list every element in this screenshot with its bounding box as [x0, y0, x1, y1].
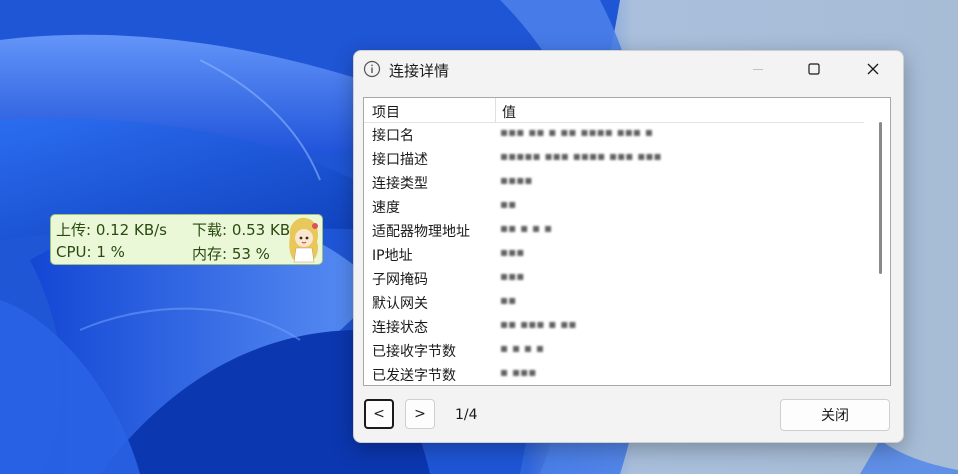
close-button[interactable]: 关闭 — [780, 399, 890, 431]
item-value: ▪▪▪ — [500, 245, 525, 259]
memory-usage: 内存: 53 % — [192, 245, 270, 263]
minimize-button[interactable] — [735, 51, 781, 87]
item-key: 已发送字节数 — [372, 368, 456, 384]
list-item[interactable]: IP地址 ▪▪▪ — [364, 243, 864, 267]
page-indicator: 1/4 — [455, 407, 478, 423]
item-key: 已接收字节数 — [372, 344, 456, 360]
previous-page-button[interactable]: < — [364, 399, 394, 429]
close-icon — [867, 63, 879, 75]
list-item[interactable]: 子网掩码 ▪▪▪ — [364, 267, 864, 291]
list-item[interactable]: 接口描述 ▪▪▪▪▪ ▪▪▪ ▪▪▪▪ ▪▪▪ ▪▪▪ — [364, 147, 864, 171]
item-value: ▪▪ ▪ ▪ ▪ — [500, 221, 553, 235]
list-item[interactable]: 连接类型 ▪▪▪▪ — [364, 171, 864, 195]
list-item[interactable]: 速度 ▪▪ — [364, 195, 864, 219]
scrollbar-thumb[interactable] — [879, 122, 882, 274]
item-value: ▪▪▪ ▪▪ ▪ ▪▪ ▪▪▪▪ ▪▪▪ ▪ — [500, 125, 654, 139]
minimize-icon — [753, 69, 763, 70]
item-value: ▪▪ ▪▪▪ ▪ ▪▪ — [500, 317, 577, 331]
maximize-button[interactable] — [791, 51, 837, 87]
info-icon — [363, 60, 381, 78]
upload-speed: 上传: 0.12 KB/s — [56, 221, 167, 239]
item-value: ▪▪ — [500, 293, 517, 307]
next-page-button[interactable]: > — [405, 399, 435, 429]
column-header-item[interactable]: 项目 — [372, 102, 400, 122]
item-value: ▪▪▪▪▪ ▪▪▪ ▪▪▪▪ ▪▪▪ ▪▪▪ — [500, 149, 662, 163]
item-key: 子网掩码 — [372, 272, 428, 288]
item-key: IP地址 — [372, 248, 413, 264]
item-key: 速度 — [372, 200, 400, 216]
column-header-value[interactable]: 值 — [502, 102, 516, 122]
item-key: 默认网关 — [372, 296, 428, 312]
list-item[interactable]: 连接状态 ▪▪ ▪▪▪ ▪ ▪▪ — [364, 315, 864, 339]
item-key: 接口描述 — [372, 152, 428, 168]
list-item[interactable]: 已接收字节数 ▪ ▪ ▪ ▪ — [364, 339, 864, 363]
maximize-icon — [808, 63, 820, 75]
dialog-titlebar[interactable]: 连接详情 — [354, 51, 903, 89]
item-value: ▪ ▪▪▪ — [500, 365, 537, 379]
list-item[interactable]: 适配器物理地址 ▪▪ ▪ ▪ ▪ — [364, 219, 864, 243]
cpu-usage: CPU: 1 % — [56, 243, 125, 261]
connection-details-dialog: 连接详情 项目 值 接口名 ▪▪▪ ▪▪ ▪ ▪▪ ▪▪▪▪ ▪▪▪ ▪ 接口描… — [353, 50, 904, 443]
item-key: 连接类型 — [372, 176, 428, 192]
connection-details-list[interactable]: 项目 值 接口名 ▪▪▪ ▪▪ ▪ ▪▪ ▪▪▪▪ ▪▪▪ ▪ 接口描述 ▪▪▪… — [363, 97, 891, 386]
item-value: ▪▪▪ — [500, 269, 525, 283]
item-key: 接口名 — [372, 128, 414, 144]
close-window-button[interactable] — [850, 51, 896, 87]
item-value: ▪▪▪▪ — [500, 173, 533, 187]
dialog-title: 连接详情 — [389, 62, 450, 80]
item-value: ▪ ▪ ▪ ▪ — [500, 341, 544, 355]
list-item[interactable]: 已发送字节数 ▪ ▪▪▪ — [364, 363, 864, 385]
column-divider[interactable] — [495, 98, 496, 122]
traffic-monitor-widget[interactable]: 上传: 0.12 KB/s 下载: 0.53 KB/s CPU: 1 % 内存:… — [50, 214, 323, 265]
list-header: 项目 值 — [364, 98, 864, 123]
vertical-scrollbar[interactable] — [874, 98, 890, 385]
item-value: ▪▪ — [500, 197, 517, 211]
mascot-character-icon — [289, 217, 319, 263]
list-item[interactable]: 默认网关 ▪▪ — [364, 291, 864, 315]
list-item[interactable]: 接口名 ▪▪▪ ▪▪ ▪ ▪▪ ▪▪▪▪ ▪▪▪ ▪ — [364, 123, 864, 147]
item-key: 适配器物理地址 — [372, 224, 470, 240]
item-key: 连接状态 — [372, 320, 428, 336]
